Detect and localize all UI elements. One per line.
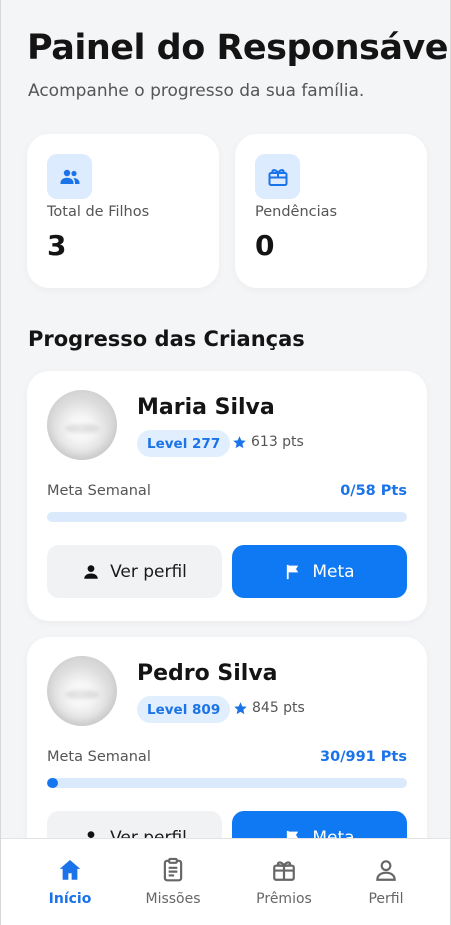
set-goal-button[interactable]: Meta	[232, 811, 407, 838]
child-card: Maria Silva Level 277 613 pts Meta Seman…	[27, 371, 427, 621]
tab-premios[interactable]: Prêmios	[234, 839, 334, 925]
tab-label: Perfil	[368, 891, 404, 907]
points-value: 613 pts	[251, 434, 304, 450]
tab-label: Missões	[145, 891, 201, 907]
view-profile-label: Ver perfil	[110, 827, 187, 839]
stat-card-children: Total de Filhos 3	[27, 134, 219, 288]
weekly-progress-bar	[47, 512, 407, 522]
gift-icon	[255, 154, 300, 199]
user-icon	[373, 856, 399, 884]
set-goal-button[interactable]: Meta	[232, 545, 407, 598]
view-profile-button[interactable]: Ver perfil	[47, 811, 222, 838]
stat-value: 0	[255, 229, 275, 262]
meta-value: 30/991 Pts	[320, 749, 407, 765]
page-subtitle: Acompanhe o progresso da sua família.	[28, 81, 365, 101]
star-icon	[233, 435, 246, 448]
stat-label: Pendências	[255, 204, 338, 220]
tab-missoes[interactable]: Missões	[123, 839, 223, 925]
user-icon	[84, 564, 98, 579]
set-goal-label: Meta	[312, 561, 355, 582]
dashboard-content: Painel do Responsável Acompanhe o progre…	[1, 0, 450, 838]
child-card: Pedro Silva Level 809 845 pts Meta Seman…	[27, 637, 427, 838]
avatar	[47, 656, 117, 726]
gift-icon	[271, 856, 297, 884]
meta-label: Meta Semanal	[47, 749, 151, 765]
stat-card-pending: Pendências 0	[235, 134, 427, 288]
tab-label: Prêmios	[256, 891, 312, 907]
user-icon	[87, 830, 95, 838]
view-profile-button[interactable]: Ver perfil	[47, 545, 222, 598]
level-badge: Level 809	[137, 696, 231, 723]
meta-label: Meta Semanal	[47, 483, 151, 499]
avatar	[47, 390, 117, 460]
bottom-tab-bar: Início Missões Prêmios Perfil	[1, 838, 450, 925]
family-icon	[47, 154, 92, 199]
clipboard-icon	[160, 856, 186, 884]
meta-value: 0/58 Pts	[340, 483, 407, 499]
stat-label: Total de Filhos	[47, 204, 150, 220]
flag-icon	[287, 830, 299, 838]
view-profile-label: Ver perfil	[110, 561, 187, 582]
child-name: Pedro Silva	[137, 661, 278, 686]
points-display: 845 pts	[233, 700, 305, 716]
level-badge: Level 277	[137, 430, 231, 457]
weekly-progress-bar	[47, 778, 407, 788]
home-icon	[57, 856, 83, 884]
tab-inicio[interactable]: Início	[20, 839, 120, 925]
set-goal-label: Meta	[312, 827, 355, 839]
tab-perfil[interactable]: Perfil	[336, 839, 436, 925]
flag-icon	[287, 564, 299, 579]
points-value: 845 pts	[252, 700, 305, 716]
star-icon	[234, 701, 247, 714]
page-title: Painel do Responsável	[27, 28, 450, 68]
child-name: Maria Silva	[137, 395, 275, 420]
points-display: 613 pts	[232, 434, 304, 450]
stat-value: 3	[47, 229, 67, 262]
progress-fill	[47, 778, 58, 788]
section-title: Progresso das Crianças	[28, 327, 305, 351]
tab-label: Início	[48, 891, 92, 907]
